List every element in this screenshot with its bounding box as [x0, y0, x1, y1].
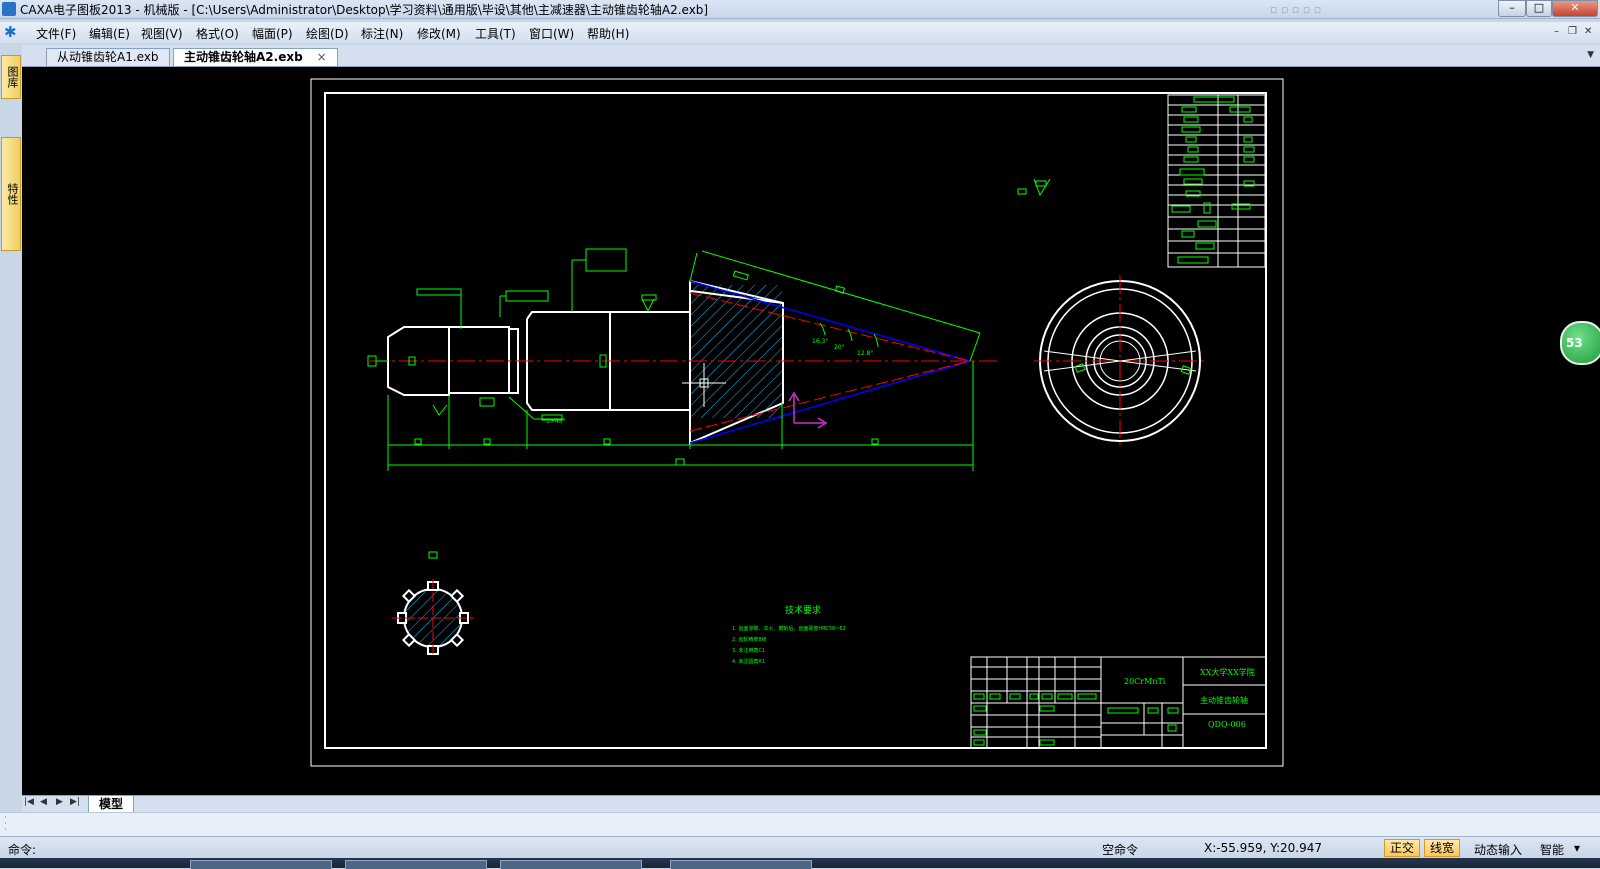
cursor-coordinates: X:-55.959, Y:20.947 — [1204, 841, 1322, 855]
tab-model[interactable]: 模型 — [88, 796, 135, 813]
chevron-down-icon[interactable]: ▾ — [1574, 841, 1580, 855]
school-text: XX大学XX学院 — [1200, 667, 1255, 677]
menu-sheet[interactable]: 幅面(P) — [252, 25, 293, 42]
os-taskbar — [0, 858, 1600, 869]
close-button[interactable]: ✕ — [1552, 0, 1598, 17]
tech-req-line-4: 4. 未注圆角R1 — [732, 658, 765, 665]
tab-label: 从动锥齿轮A1.exb — [57, 50, 159, 64]
roughness-mark-general — [1017, 178, 1051, 197]
snap-mode-dropdown[interactable]: 智能 — [1540, 841, 1564, 858]
properties-panel-tab[interactable]: 特性 — [1, 137, 21, 251]
app-menu-icon[interactable]: ✱ — [4, 24, 22, 40]
tab-driving-pinion-shaft[interactable]: 主动锥齿轮轴A2.exb × — [173, 48, 338, 66]
menu-file[interactable]: 文件(F) — [36, 25, 76, 42]
tab-label: 主动锥齿轮轴A2.exb — [184, 50, 303, 64]
menu-draw[interactable]: 绘图(D) — [306, 25, 349, 42]
prev-layout-icon[interactable]: ◀ — [40, 797, 47, 807]
dimension-lines — [367, 248, 981, 471]
minimize-button[interactable]: – — [1498, 0, 1526, 17]
menu-dimension[interactable]: 标注(N) — [361, 25, 403, 42]
current-command-text: 空命令 — [1102, 843, 1139, 857]
status-bar: 命令: 空命令 X:-55.959, Y:20.947 正交 线宽 动态输入 智… — [0, 836, 1600, 859]
first-layout-icon[interactable]: |◀ — [24, 797, 34, 807]
title-bar: CAXA电子图板2013 - 机械版 - [C:\Users\Administr… — [0, 0, 1600, 19]
tab-close-icon[interactable]: × — [317, 50, 327, 64]
drawing-canvas[interactable]: 3×45° 16.3° 20° 12.8° 技术要求 1. 齿面渗碳、淬火、磨削… — [22, 67, 1600, 795]
menu-edit[interactable]: 编辑(E) — [89, 25, 130, 42]
maximize-button[interactable]: □ — [1526, 0, 1552, 17]
tech-req-line-1: 1. 齿面渗碳、淬火、磨削后，齿面硬度HRC58~62 — [732, 625, 846, 632]
tech-req-line-2: 2. 齿轮精度8级 — [732, 636, 767, 643]
app-icon — [2, 2, 16, 16]
dynamic-input-toggle[interactable]: 动态输入 — [1474, 841, 1522, 858]
tab-list-dropdown-icon[interactable]: ▼ — [1587, 50, 1594, 60]
chamfer-text: 3×45° — [546, 418, 565, 425]
mdi-minimize-icon[interactable]: – — [1554, 26, 1559, 37]
tab-driven-gear[interactable]: 从动锥齿轮A1.exb — [46, 48, 170, 66]
ortho-toggle[interactable]: 正交 — [1384, 839, 1421, 857]
tech-req-line-3: 3. 未注倒角C1 — [732, 647, 765, 654]
menu-view[interactable]: 视图(V) — [141, 25, 183, 42]
window-title: CAXA电子图板2013 - 机械版 - [C:\Users\Administr… — [20, 3, 709, 17]
angle-text-1: 16.3° — [812, 338, 828, 345]
command-grip-icon[interactable]: · · · — [4, 814, 7, 835]
angle-text-2: 20° — [834, 344, 845, 351]
material-text: 20CrMnTi — [1124, 677, 1166, 686]
menu-modify[interactable]: 修改(M) — [417, 25, 461, 42]
ghost-toolbar-icons: ▫ ▫ ▫ ▫ ▫ — [1270, 3, 1322, 16]
part-name-text: 主动锥齿轮轴 — [1200, 695, 1248, 705]
drawing-svg: 3×45° 16.3° 20° 12.8° 技术要求 1. 齿面渗碳、淬火、磨削… — [310, 78, 1284, 767]
angle-text-3: 12.8° — [857, 350, 873, 357]
menu-window[interactable]: 窗口(W) — [529, 25, 574, 42]
table-entries — [1171, 96, 1255, 264]
next-layout-icon[interactable]: ▶ — [56, 797, 63, 807]
tech-req-title: 技术要求 — [785, 604, 821, 616]
end-view — [1034, 275, 1206, 447]
last-layout-icon[interactable]: ▶| — [70, 797, 80, 807]
gear-section-hatch — [691, 285, 782, 418]
spline-section — [392, 551, 474, 657]
layout-tab-bar: |◀ ◀ ▶ ▶| 模型 — [22, 795, 1600, 813]
command-prompt-label: 命令: — [8, 843, 37, 857]
command-history-area[interactable]: · · · — [0, 812, 1600, 837]
menu-format[interactable]: 格式(O) — [196, 25, 239, 42]
floating-speed-badge[interactable]: 53 — [1560, 321, 1600, 365]
mdi-close-icon[interactable]: ✕ — [1584, 26, 1592, 37]
mdi-restore-icon[interactable]: ❐ — [1568, 26, 1577, 37]
side-panel-strip: 图库 特性 — [0, 45, 23, 795]
sheet-inner-border — [324, 92, 1267, 749]
menu-bar: ✱ 文件(F) 编辑(E) 视图(V) 格式(O) 幅面(P) 绘图(D) 标注… — [0, 22, 1600, 43]
menu-help[interactable]: 帮助(H) — [587, 25, 629, 42]
menu-tools[interactable]: 工具(T) — [475, 25, 516, 42]
library-panel-tab[interactable]: 图库 — [1, 55, 21, 99]
document-tab-bar: 从动锥齿轮A1.exb 主动锥齿轮轴A2.exb × ▼ — [22, 45, 1600, 67]
drawing-number-text: QDQ-006 — [1208, 720, 1246, 729]
linewidth-toggle[interactable]: 线宽 — [1424, 839, 1461, 857]
